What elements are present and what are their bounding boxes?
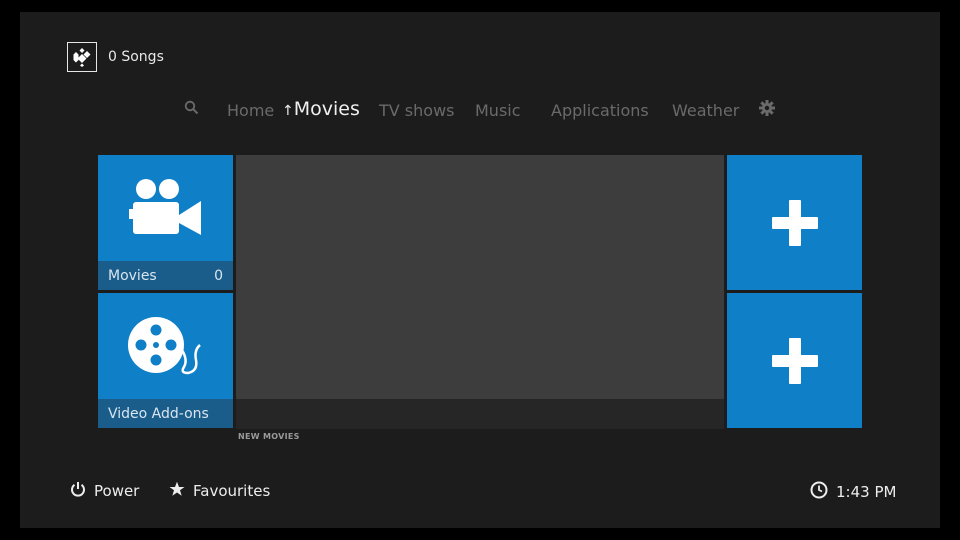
video-addons-tile[interactable]: Video Add-ons: [98, 293, 233, 428]
movies-tile-label: Movies: [108, 267, 157, 284]
favourites-button[interactable]: Favourites: [169, 481, 270, 501]
gear-icon[interactable]: [759, 100, 775, 120]
kodi-home-screen: 0 Songs Home ↑Movies TV shows Music Appl…: [20, 12, 940, 528]
film-reel-icon: [126, 315, 206, 379]
library-status: 0 Songs: [108, 49, 164, 65]
up-arrow-icon: ↑: [282, 103, 294, 119]
power-icon: [70, 481, 86, 501]
menu-item-tv-shows[interactable]: TV shows: [379, 101, 455, 120]
search-icon[interactable]: [184, 100, 199, 119]
movies-tile[interactable]: Movies 0: [98, 155, 233, 290]
video-addons-label: Video Add-ons: [108, 405, 209, 422]
clock-time: 1:43 PM: [836, 483, 897, 501]
section-label: NEW MOVIES: [238, 432, 300, 441]
menu-item-applications[interactable]: Applications: [551, 101, 649, 120]
preview-caption-strip: [236, 399, 724, 429]
kodi-logo-icon[interactable]: [67, 42, 97, 72]
star-icon: [169, 481, 185, 501]
power-button[interactable]: Power: [70, 481, 139, 501]
new-movies-preview[interactable]: [236, 155, 724, 399]
add-shortcut-tile-top[interactable]: [727, 155, 862, 290]
clock: 1:43 PM: [810, 481, 896, 503]
menu-item-movies-label: Movies: [293, 98, 360, 120]
movies-tile-label-bar: Movies 0: [98, 261, 233, 290]
favourites-label: Favourites: [193, 482, 271, 500]
menu-item-weather[interactable]: Weather: [672, 101, 739, 120]
menu-item-home[interactable]: Home: [227, 101, 274, 120]
main-menu: Home ↑Movies TV shows Music Applications…: [20, 98, 940, 124]
add-shortcut-tile-bottom[interactable]: [727, 293, 862, 428]
menu-item-movies[interactable]: ↑Movies: [282, 98, 360, 120]
clock-icon: [810, 481, 828, 503]
movie-camera-icon: [129, 177, 201, 241]
movies-count: 0: [214, 267, 223, 284]
menu-item-music[interactable]: Music: [475, 101, 521, 120]
power-label: Power: [94, 482, 140, 500]
video-addons-label-bar: Video Add-ons: [98, 399, 233, 428]
